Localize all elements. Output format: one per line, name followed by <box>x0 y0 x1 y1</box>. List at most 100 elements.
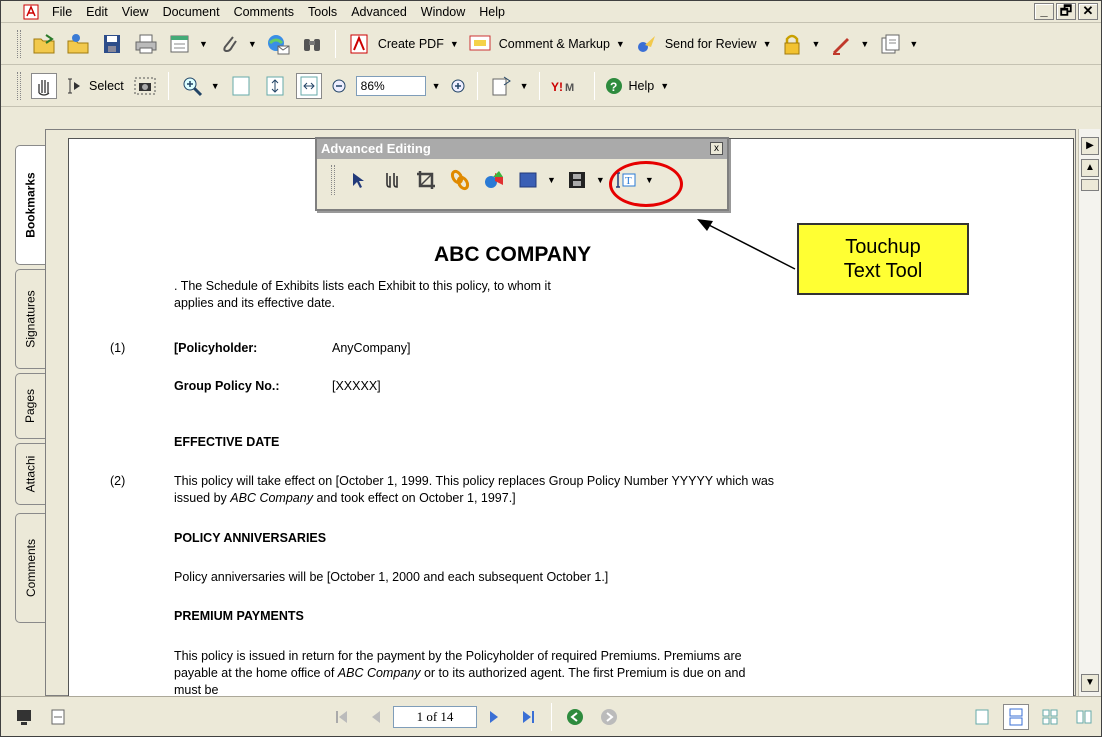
menu-window[interactable]: Window <box>414 2 472 22</box>
menu-help[interactable]: Help <box>472 2 512 22</box>
chevron-down-icon[interactable]: ▼ <box>520 81 529 91</box>
chevron-down-icon[interactable]: ▼ <box>660 81 669 91</box>
advanced-editing-close-button[interactable]: x <box>710 142 723 155</box>
tab-signatures[interactable]: Signatures <box>15 269 45 369</box>
menu-tools[interactable]: Tools <box>301 2 344 22</box>
acrobat-app-icon[interactable] <box>23 4 39 20</box>
chevron-down-icon[interactable]: ▼ <box>211 81 220 91</box>
chevron-down-icon[interactable]: ▼ <box>616 39 625 49</box>
single-page-icon[interactable] <box>969 704 995 730</box>
scroll-down-icon[interactable]: ▼ <box>1081 674 1099 692</box>
save-icon[interactable] <box>99 31 125 57</box>
facing-pages-icon[interactable] <box>1037 704 1063 730</box>
rotate-view-icon[interactable] <box>488 73 514 99</box>
attach-icon[interactable] <box>216 31 242 57</box>
chevron-down-icon[interactable]: ▼ <box>450 39 459 49</box>
menu-view[interactable]: View <box>115 2 156 22</box>
pages-menu-icon[interactable] <box>877 31 903 57</box>
chevron-down-icon[interactable]: ▼ <box>860 39 869 49</box>
zoom-in-icon[interactable] <box>449 73 467 99</box>
menu-comments[interactable]: Comments <box>227 2 301 22</box>
select-text-icon[interactable] <box>65 73 83 99</box>
pdf-page[interactable]: ABC COMPANY . The Schedule of Exhibits l… <box>68 138 1074 698</box>
search-icon[interactable] <box>299 31 325 57</box>
zoom-out-icon[interactable] <box>330 73 348 99</box>
close-window-button[interactable]: ✕ <box>1078 3 1098 20</box>
menu-document[interactable]: Document <box>156 2 227 22</box>
go-forward-icon[interactable] <box>596 704 622 730</box>
tab-bookmarks[interactable]: Bookmarks <box>15 145 45 265</box>
chevron-down-icon[interactable]: ▼ <box>596 175 605 185</box>
zoom-in-tool-icon[interactable] <box>179 73 205 99</box>
last-page-icon[interactable] <box>515 704 541 730</box>
button-tool-icon[interactable] <box>515 167 541 193</box>
tab-comments[interactable]: Comments <box>15 513 45 623</box>
help-button[interactable]: Help <box>629 79 655 93</box>
yahoo-toolbar-icon[interactable]: Y! M <box>550 73 584 99</box>
chevron-down-icon[interactable]: ▼ <box>547 175 556 185</box>
hand-tool-icon[interactable] <box>31 72 57 99</box>
toolbar-separator <box>593 71 595 100</box>
organizer-icon[interactable] <box>65 31 91 57</box>
advanced-editing-titlebar[interactable]: Advanced Editing x <box>317 139 727 159</box>
movie-tool-icon[interactable] <box>564 167 590 193</box>
intro-line-1: . The Schedule of Exhibits lists each Ex… <box>174 279 551 293</box>
fit-width-icon[interactable] <box>295 72 322 99</box>
previous-page-icon[interactable] <box>363 704 389 730</box>
actual-size-icon[interactable] <box>228 73 254 99</box>
chevron-down-icon[interactable]: ▼ <box>763 39 772 49</box>
chevron-down-icon[interactable]: ▼ <box>811 39 820 49</box>
toolbar-grip[interactable] <box>331 165 335 195</box>
select-object-icon[interactable] <box>345 167 371 193</box>
open-icon[interactable] <box>31 31 57 57</box>
send-review-icon[interactable] <box>633 31 659 57</box>
comment-markup-icon[interactable] <box>467 31 493 57</box>
vertical-scrollbar[interactable]: ▶ ▲ ▼ <box>1078 129 1100 696</box>
comment-markup-button[interactable]: Comment & Markup <box>499 37 610 51</box>
send-for-review-button[interactable]: Send for Review <box>665 37 757 51</box>
article-tool-icon[interactable] <box>379 167 405 193</box>
effective-line-2-company: ABC Company <box>230 491 313 505</box>
navigation-pane-icon[interactable] <box>45 704 71 730</box>
create-pdf-button[interactable]: Create PDF <box>378 37 444 51</box>
minimize-button[interactable]: _ <box>1034 3 1054 20</box>
full-screen-icon[interactable] <box>11 704 37 730</box>
toolbar-grip[interactable] <box>17 71 21 100</box>
crop-tool-icon[interactable] <box>413 167 439 193</box>
toolbar-grip[interactable] <box>17 29 21 58</box>
tab-attachments[interactable]: Attachi <box>15 443 45 505</box>
premium-line-1: This policy is issued in return for the … <box>174 649 742 663</box>
menu-file[interactable]: File <box>45 2 79 22</box>
go-back-icon[interactable] <box>562 704 588 730</box>
forms-icon[interactable] <box>167 31 193 57</box>
continuous-page-icon[interactable] <box>1003 703 1029 730</box>
continuous-facing-icon[interactable] <box>1071 704 1097 730</box>
print-icon[interactable] <box>133 31 159 57</box>
fit-page-icon[interactable] <box>262 73 288 99</box>
page-number-input[interactable]: 1 of 14 <box>393 705 477 728</box>
3d-tool-icon[interactable] <box>481 167 507 193</box>
link-tool-icon[interactable] <box>447 167 473 193</box>
select-tool-button[interactable]: Select <box>89 79 124 93</box>
menu-advanced[interactable]: Advanced <box>344 2 414 22</box>
sign-pen-icon[interactable] <box>828 31 854 57</box>
scroll-up-icon[interactable]: ▲ <box>1081 159 1099 177</box>
zoom-level-input[interactable]: 86% <box>355 75 426 96</box>
chevron-down-icon[interactable]: ▼ <box>199 39 208 49</box>
chevron-down-icon[interactable]: ▼ <box>909 39 918 49</box>
first-page-icon[interactable] <box>329 704 355 730</box>
next-page-icon[interactable] <box>481 704 507 730</box>
menu-edit[interactable]: Edit <box>79 2 115 22</box>
scroll-thumb[interactable] <box>1081 179 1099 191</box>
create-pdf-icon[interactable] <box>346 31 372 57</box>
tab-comments-label: Comments <box>23 538 38 598</box>
tab-pages[interactable]: Pages <box>15 373 45 439</box>
restore-button[interactable]: 🗗 <box>1056 3 1076 20</box>
page-options-icon[interactable]: ▶ <box>1081 137 1099 155</box>
chevron-down-icon[interactable]: ▼ <box>248 39 257 49</box>
help-icon[interactable]: ? <box>605 73 623 99</box>
snapshot-icon[interactable] <box>132 73 158 99</box>
zoom-dropdown-chevron-icon[interactable]: ▼ <box>432 81 441 91</box>
lock-icon[interactable] <box>779 31 805 57</box>
email-icon[interactable] <box>265 31 291 57</box>
